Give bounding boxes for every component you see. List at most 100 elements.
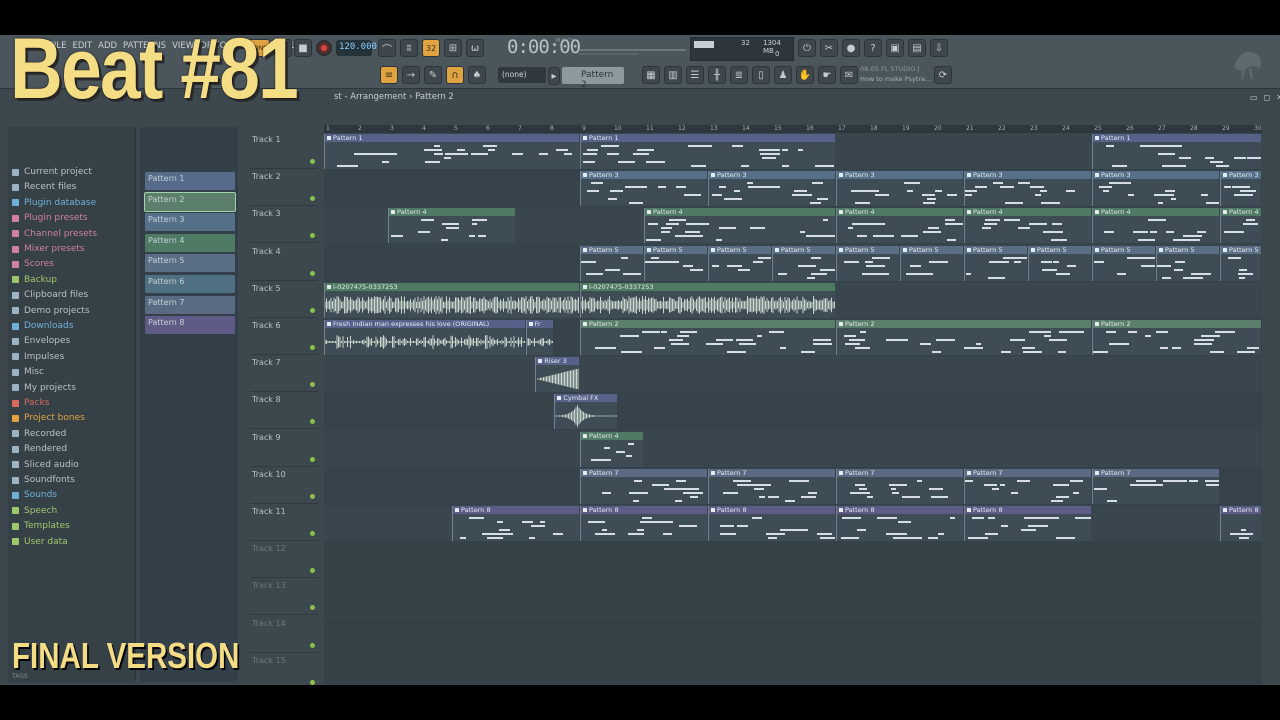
browser-item-templates[interactable]: Templates bbox=[12, 519, 70, 533]
maximize-icon[interactable]: ◻ bbox=[1264, 93, 1271, 102]
pattern-clip[interactable]: Pattern 8 bbox=[836, 506, 963, 541]
browser-item-speech[interactable]: Speech bbox=[12, 504, 57, 518]
cut-icon[interactable]: ✂ bbox=[820, 39, 838, 57]
pattern-clip[interactable]: Pattern 2 bbox=[1092, 320, 1261, 355]
pattern-item-6[interactable]: Pattern 6 bbox=[145, 275, 235, 293]
track-header[interactable]: Track 15 bbox=[250, 653, 318, 685]
pattern-select[interactable]: Pattern 2 bbox=[562, 67, 624, 90]
save-icon[interactable]: ▣ bbox=[886, 39, 904, 57]
track-header[interactable]: Track 11 bbox=[250, 504, 318, 541]
pattern-clip[interactable]: Pattern 8 bbox=[580, 506, 707, 541]
track-mute-led-icon[interactable] bbox=[310, 456, 315, 462]
mixer-icon[interactable]: ╫ bbox=[708, 66, 726, 84]
track-mute-led-icon[interactable] bbox=[310, 159, 315, 164]
pattern-clip[interactable]: Pattern 1 bbox=[580, 134, 835, 169]
pattern-clip[interactable]: Pattern 7 bbox=[708, 468, 835, 504]
track-mute-led-icon[interactable] bbox=[310, 382, 315, 388]
pencil-icon[interactable]: ✎ bbox=[424, 66, 442, 84]
pattern-item-3[interactable]: Pattern 3 bbox=[145, 213, 235, 232]
pattern-clip[interactable]: Pattern 3 bbox=[836, 171, 963, 207]
timeline-ruler[interactable]: 1 2 3 4 5 6 7 8 9 10 11 12 13 14 15 16 17 18 19 20 21 22 23 24 2… bbox=[324, 125, 1262, 133]
pattern-clip[interactable]: Pattern 5 bbox=[964, 245, 1027, 281]
track-mute-led-icon[interactable] bbox=[310, 196, 315, 202]
browser-icon[interactable]: ≣ bbox=[730, 66, 748, 84]
pattern-clip[interactable]: Pattern 5 bbox=[708, 245, 771, 281]
countdown-icon[interactable]: 32 bbox=[422, 39, 440, 57]
browser-item-soundfonts[interactable]: Soundfonts bbox=[12, 473, 75, 487]
pattern-item-7[interactable]: Pattern 7 bbox=[145, 295, 235, 314]
track-mute-led-icon[interactable] bbox=[310, 307, 315, 313]
browser-item-mixer-presets[interactable]: Mixer presets bbox=[12, 242, 85, 256]
browser-item-current-project[interactable]: Current project bbox=[12, 165, 92, 179]
pattern-clip[interactable]: Pattern 4 bbox=[644, 208, 835, 244]
track-header[interactable]: Track 4 bbox=[250, 244, 318, 281]
pattern-clip[interactable]: Pattern 4 bbox=[836, 208, 963, 244]
browser-item-plugin-presets[interactable]: Plugin presets bbox=[12, 211, 88, 225]
mic-icon[interactable]: ● bbox=[842, 39, 860, 57]
track-mute-led-icon[interactable] bbox=[310, 493, 315, 499]
pattern-clip[interactable]: Pattern 7 bbox=[1092, 468, 1219, 504]
browser-item-clipboard-files[interactable]: Clipboard files bbox=[12, 288, 88, 302]
browser-item-sounds[interactable]: Sounds bbox=[12, 488, 57, 502]
record-button[interactable] bbox=[316, 40, 332, 56]
browser-item-recent-files[interactable]: Recent files bbox=[12, 180, 76, 194]
refresh-icon[interactable]: ⟳ bbox=[934, 66, 952, 84]
pattern-clip[interactable]: Pattern 4 bbox=[1092, 208, 1219, 244]
pattern-clip[interactable]: Pattern 4 bbox=[1220, 208, 1261, 244]
browser-item-my-projects[interactable]: My projects bbox=[12, 381, 76, 395]
plugin-icon[interactable]: ▯ bbox=[752, 66, 770, 84]
browser-item-project-bones[interactable]: Project bones bbox=[12, 411, 85, 425]
pattern-clip[interactable]: Pattern 8 bbox=[452, 506, 579, 541]
pattern-clip[interactable]: Pattern 8 bbox=[964, 506, 1091, 541]
pattern-clip[interactable]: Pattern 5 bbox=[1028, 245, 1091, 281]
track-mute-led-icon[interactable] bbox=[310, 679, 315, 685]
track-mute-led-icon[interactable] bbox=[310, 531, 315, 536]
pattern-clip[interactable]: Pattern 3 bbox=[964, 171, 1091, 207]
track-mute-led-icon[interactable] bbox=[310, 568, 315, 574]
pattern-clip[interactable]: Pattern 5 bbox=[836, 245, 899, 281]
audio-clip[interactable]: Fresh Indian man expresses his love (ORI… bbox=[324, 320, 525, 355]
export-icon[interactable]: ⇩ bbox=[930, 39, 948, 57]
blend-notes-icon[interactable]: ⊞ bbox=[444, 39, 462, 57]
pattern-clip[interactable]: Pattern 5 bbox=[1156, 245, 1219, 281]
browser-item-recorded[interactable]: Recorded bbox=[12, 427, 66, 441]
plugin-db-icon[interactable]: ♟ bbox=[774, 66, 792, 84]
loop-record-icon[interactable]: ω bbox=[466, 39, 484, 57]
pattern-clip[interactable]: Pattern 4 bbox=[388, 208, 515, 244]
print-icon[interactable]: ▤ bbox=[908, 39, 926, 57]
pattern-clip[interactable]: Pattern 3 bbox=[580, 171, 707, 207]
track-header[interactable]: Track 2 bbox=[250, 169, 318, 207]
metronome-icon[interactable]: ⌒ bbox=[378, 39, 396, 57]
plugin-picker-icon[interactable]: ✋ bbox=[796, 66, 814, 84]
track-header[interactable]: Track 6 bbox=[250, 318, 318, 355]
audio-clip[interactable]: Cymbal FX bbox=[554, 394, 618, 430]
track-mute-led-icon[interactable] bbox=[310, 270, 315, 276]
pattern-clip[interactable]: Pattern 5 bbox=[580, 245, 643, 281]
pattern-clip[interactable]: Pattern 5 bbox=[900, 245, 963, 281]
browser-item-user-data[interactable]: User data bbox=[12, 535, 68, 549]
track-lane[interactable] bbox=[324, 542, 1262, 580]
pattern-item-8[interactable]: Pattern 8 bbox=[145, 316, 235, 335]
browser-item-backup[interactable]: Backup bbox=[12, 273, 57, 287]
wait-input-icon[interactable]: ʬ bbox=[400, 39, 418, 57]
playlist-grid[interactable]: Pattern 1 Pattern 1 Pattern 1 Pattern 3 Patt… bbox=[324, 133, 1262, 685]
track-header[interactable]: Track 8 bbox=[250, 392, 318, 430]
track-lane[interactable] bbox=[324, 356, 1262, 394]
pattern-item-1[interactable]: Pattern 1 bbox=[145, 172, 235, 190]
track-lane[interactable] bbox=[324, 653, 1262, 685]
track-header[interactable]: Track 12 bbox=[250, 541, 318, 579]
track-header[interactable]: Track 10 bbox=[250, 467, 318, 504]
track-header[interactable]: Track 13 bbox=[250, 578, 318, 616]
track-lane[interactable] bbox=[324, 431, 1262, 468]
arrow-icon[interactable]: → bbox=[402, 66, 420, 84]
browser-item-scores[interactable]: Scores bbox=[12, 257, 54, 271]
pattern-clip[interactable]: Pattern 5 bbox=[1092, 245, 1155, 281]
piano-roll-icon[interactable]: ▥ bbox=[664, 66, 682, 84]
browser-item-rendered[interactable]: Rendered bbox=[12, 442, 67, 456]
track-mute-led-icon[interactable] bbox=[310, 233, 315, 239]
browser-item-channel-presets[interactable]: Channel presets bbox=[12, 227, 97, 241]
track-lane[interactable] bbox=[324, 393, 1262, 431]
pattern-item-5[interactable]: Pattern 5 bbox=[145, 254, 235, 273]
track-mute-led-icon[interactable] bbox=[310, 345, 315, 350]
track-mute-led-icon[interactable] bbox=[310, 642, 315, 648]
